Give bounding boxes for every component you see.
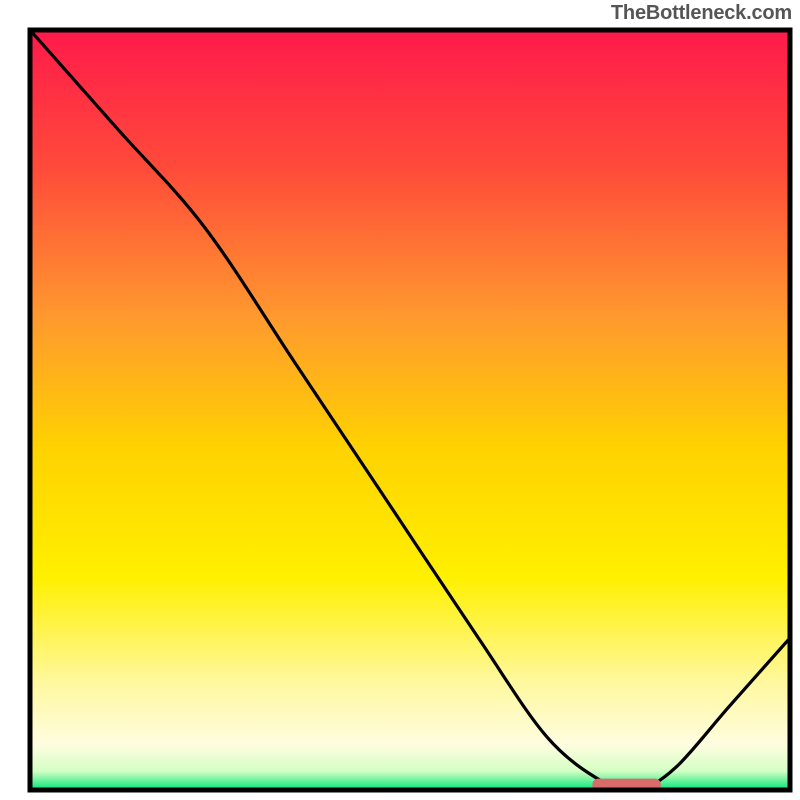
gradient-background xyxy=(30,30,790,790)
chart-container: TheBottleneck.com xyxy=(0,0,800,800)
bottleneck-chart-svg xyxy=(0,0,800,800)
